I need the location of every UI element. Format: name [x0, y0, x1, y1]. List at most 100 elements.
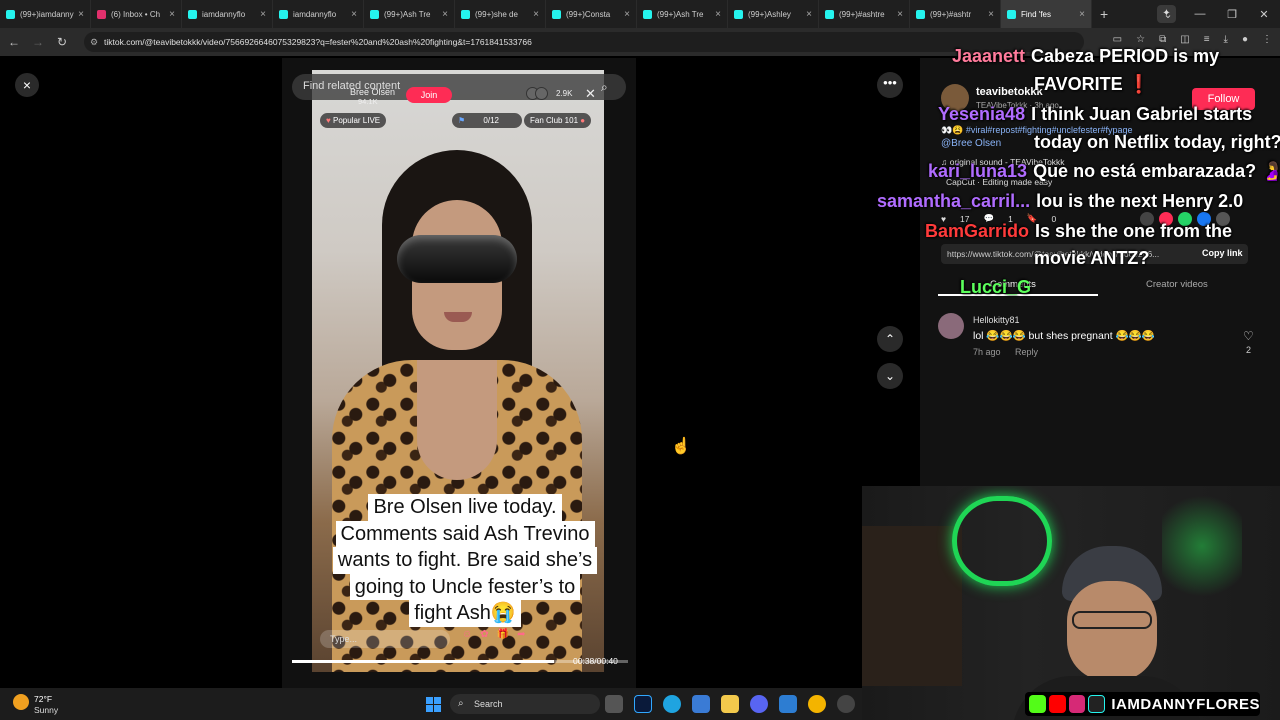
forward-icon[interactable]: → [26, 35, 50, 49]
search-icon[interactable]: ⌕ [601, 80, 608, 95]
emoji-icon[interactable]: ☺ [462, 629, 472, 640]
gift-icon[interactable]: 🎁 [497, 629, 509, 640]
tab-close-icon[interactable]: × [1079, 9, 1085, 20]
weather-sun-icon[interactable] [13, 694, 29, 710]
vscode-icon[interactable] [779, 695, 797, 713]
windows-start-icon[interactable] [426, 697, 441, 712]
edge-icon[interactable] [663, 695, 681, 713]
tab-favicon-icon [97, 9, 106, 19]
taskbar-search[interactable]: ⌕ Search [450, 694, 600, 714]
site-info-icon[interactable]: ⚙ [90, 32, 98, 52]
previous-video-button[interactable]: ⌃ [877, 326, 903, 352]
tab-label: iamdannyflo [293, 9, 337, 19]
browser-tab[interactable]: (99+)Ash Tre × [637, 0, 728, 28]
profile-avatar[interactable]: ● [1242, 34, 1248, 45]
tab-close-icon[interactable]: × [897, 9, 903, 20]
new-tab-button[interactable]: + [1100, 6, 1108, 22]
url-field[interactable]: ⚙ tiktok.com/@teavibetokkk/video/7566926… [84, 32, 1084, 52]
tab-label: (99+)Ash Tre [384, 9, 431, 19]
browser-tab[interactable]: (99+)#ashtr × [910, 0, 1001, 28]
store-icon[interactable] [692, 695, 710, 713]
tab-label: iamdannyflo [202, 9, 246, 19]
commenter-name[interactable]: Hellokitty81 [973, 315, 1020, 325]
gift-icons: ☺ ✿ 🎁 ➦ [462, 629, 525, 640]
comment-time: 7h ago [973, 347, 1001, 357]
commenter-avatar[interactable] [938, 313, 964, 339]
tab-close-icon[interactable]: × [715, 9, 721, 20]
media-icon[interactable]: ≡ [1204, 34, 1210, 45]
tab-close-icon[interactable]: × [442, 9, 448, 20]
close-search-icon[interactable]: ✕ [585, 86, 596, 102]
bookmark-icon[interactable]: ☆ [1136, 34, 1145, 45]
tab-favicon-icon [552, 9, 561, 19]
tab-close-icon[interactable]: × [78, 9, 84, 20]
back-icon[interactable]: ← [2, 35, 26, 49]
chat-username: Jaaanett [952, 46, 1026, 66]
tab-favicon-icon [461, 9, 470, 19]
browser-tab[interactable]: (99+)#ashtre × [819, 0, 910, 28]
chat-message: Yesenia48 I think Juan Gabriel starts [938, 104, 1252, 125]
tab-close-icon[interactable]: × [533, 9, 539, 20]
tab-creator-videos[interactable]: Creator videos [1146, 279, 1208, 290]
tab-close-icon[interactable]: × [988, 9, 994, 20]
video-caption: Bre Olsen live today. Comments said Ash T… [315, 494, 615, 627]
browser-tab[interactable]: iamdannyflo × [273, 0, 364, 28]
extensions-icon[interactable]: ⧉ [1159, 34, 1166, 45]
browser-tab[interactable]: (99+)iamdanny × [0, 0, 91, 28]
close-video-button[interactable]: × [15, 73, 39, 97]
discord-icon[interactable] [750, 695, 768, 713]
heart-icon: ♥ [326, 116, 331, 125]
tab-close-icon[interactable]: × [806, 9, 812, 20]
next-video-button[interactable]: ⌄ [877, 363, 903, 389]
minimize-icon[interactable]: — [1184, 8, 1216, 20]
kick-icon [1029, 695, 1046, 713]
streamer-handle: IAMDANNYFLORES [1111, 695, 1260, 713]
mention-link[interactable]: @Bree Olsen [941, 138, 1001, 149]
chat-username: BamGarrido [925, 221, 1030, 241]
tab-label: Find 'fes [1021, 9, 1051, 19]
dropdown-icon[interactable]: ⌄ [1152, 8, 1184, 21]
cast-icon[interactable]: ▭ [1113, 34, 1122, 45]
chat-text: Cabeza PERIOD is my [1031, 46, 1220, 66]
download-icon[interactable]: ⤓ [1224, 34, 1228, 45]
caption-line: Bre Olsen live today. [368, 494, 562, 521]
tab-close-icon[interactable]: × [351, 9, 357, 20]
live-chat-input[interactable]: Type... [320, 630, 450, 648]
browser-tab[interactable]: (99+)Ash Tre × [364, 0, 455, 28]
maximize-icon[interactable]: ❐ [1216, 8, 1248, 21]
chat-message: BamGarrido Is she the one from the [925, 221, 1232, 242]
browser-tab[interactable]: iamdannyflo × [182, 0, 273, 28]
browser-tab[interactable]: (6) Inbox • Ch × [91, 0, 182, 28]
creator-username[interactable]: teavibetokkk [976, 86, 1043, 98]
tab-favicon-icon [370, 9, 379, 19]
photoshop-icon[interactable] [634, 695, 652, 713]
tab-close-icon[interactable]: × [260, 9, 266, 20]
menu-icon[interactable]: ⋮ [1262, 34, 1272, 45]
goal-badge: ⚑ 0/12 [452, 113, 522, 128]
reload-icon[interactable]: ↻ [50, 35, 74, 49]
window-controls: ⌄ — ❐ ✕ [1152, 0, 1280, 28]
tab-close-icon[interactable]: × [169, 9, 175, 20]
explorer-icon[interactable] [721, 695, 739, 713]
chrome-icon[interactable] [808, 695, 826, 713]
browser-tab[interactable]: (99+)she de × [455, 0, 546, 28]
social-handle-bar: IAMDANNYFLORES [1025, 692, 1260, 716]
collectibles-shelf [862, 526, 962, 686]
browser-tab[interactable]: Find 'fes × [1001, 0, 1092, 28]
copy-link-button[interactable]: Copy link [1202, 248, 1243, 258]
close-window-icon[interactable]: ✕ [1248, 8, 1280, 21]
more-options-button[interactable]: ••• [877, 72, 903, 98]
tab-close-icon[interactable]: × [624, 9, 630, 20]
browser-tab[interactable]: (99+)Ashley × [728, 0, 819, 28]
browser-tab[interactable]: (99+)Consta × [546, 0, 637, 28]
obs-icon[interactable] [837, 695, 855, 713]
comment-like-icon[interactable]: ♡ [1243, 329, 1254, 343]
rose-icon[interactable]: ✿ [480, 629, 488, 640]
chat-message: kari_luna13 Que no está embarazada? 🤰 [928, 161, 1280, 182]
share-live-icon[interactable]: ➦ [517, 629, 525, 640]
tab-favicon-icon [279, 9, 288, 19]
split-icon[interactable]: ◫ [1180, 34, 1189, 45]
join-button[interactable]: Join [406, 87, 452, 103]
reply-button[interactable]: Reply [1015, 347, 1038, 357]
task-view-icon[interactable] [605, 695, 623, 713]
